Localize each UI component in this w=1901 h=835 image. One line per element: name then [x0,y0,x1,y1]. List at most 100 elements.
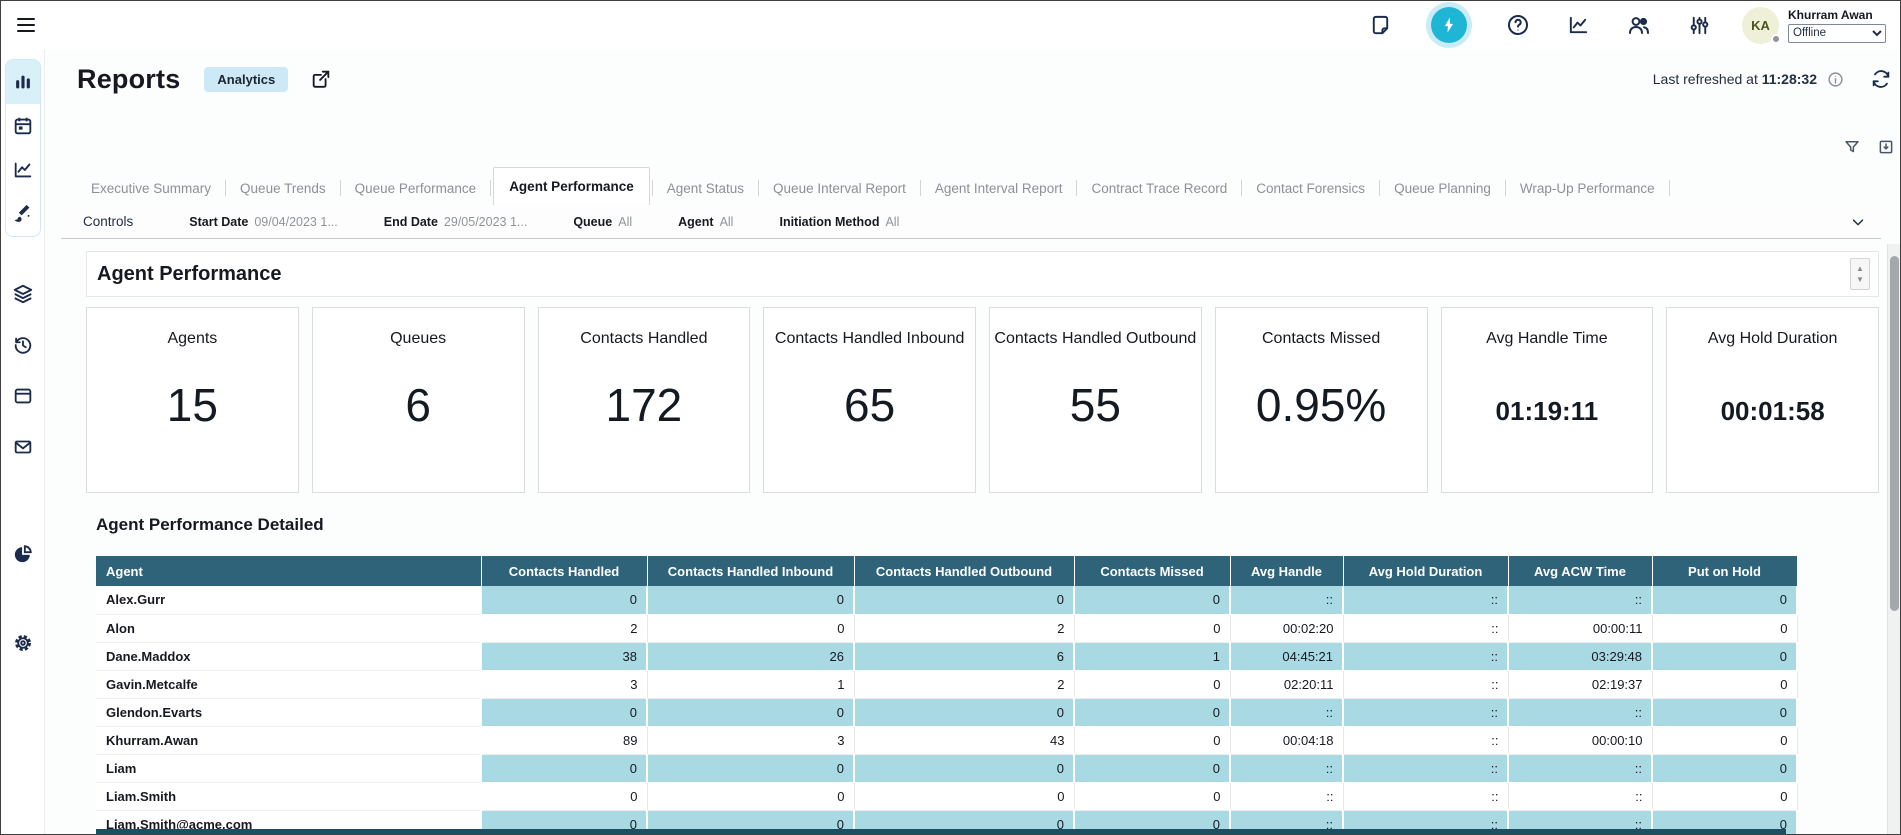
kpi-card-queues: Queues6 [312,307,525,493]
scroll-stepper[interactable]: ▲▼ [1850,258,1870,290]
preferences-icon[interactable] [1688,14,1711,37]
value-cell: 0 [481,782,647,810]
table-row-gavin-metcalfe[interactable]: Gavin.Metcalfe312002:20:11::02:19:370 [96,670,1797,698]
table-row-alex-gurr[interactable]: Alex.Gurr0000::::::0 [96,586,1797,614]
filter-icon[interactable] [1843,138,1861,156]
tab-queue-interval-report[interactable]: Queue Interval Report [761,174,918,205]
tab-queue-planning[interactable]: Queue Planning [1382,174,1503,205]
value-cell: 0 [647,754,854,782]
tab-agent-interval-report[interactable]: Agent Interval Report [923,174,1075,205]
value-cell: :: [1508,698,1652,726]
value-cell: 0 [1074,726,1230,754]
layers-icon[interactable] [12,283,34,305]
filter-end-date[interactable]: End Date29/05/2023 1... [384,215,528,229]
avatar[interactable]: KA [1742,7,1779,44]
user-block: KA Khurram Awan Offline [1742,7,1890,44]
table-row-liam[interactable]: Liam0000::::::0 [96,754,1797,782]
line-chart-icon[interactable] [6,148,40,192]
analytics-badge: Analytics [204,67,288,92]
tab-wrap-up-performance[interactable]: Wrap-Up Performance [1508,174,1667,205]
metrics-icon[interactable] [1567,14,1590,37]
filter-queue[interactable]: QueueAll [573,215,632,229]
refresh-icon[interactable] [1870,68,1892,90]
chevron-down-icon[interactable] [1849,213,1867,231]
value-cell: 0 [647,782,854,810]
calendar-icon[interactable] [6,104,40,148]
column-header-agent[interactable]: Agent [96,556,481,586]
filter-agent[interactable]: AgentAll [678,215,733,229]
column-header-avg-acw-time[interactable]: Avg ACW Time [1508,556,1652,586]
table-row-khurram-awan[interactable]: Khurram.Awan89343000:04:18::00:00:100 [96,726,1797,754]
value-cell: :: [1508,782,1652,810]
table-row-alon[interactable]: Alon202000:02:20::00:00:110 [96,614,1797,642]
tab-agent-status[interactable]: Agent Status [655,174,756,205]
pie-chart-icon[interactable] [12,543,34,565]
value-cell: 2 [854,614,1074,642]
value-cell: 0 [854,698,1074,726]
kpi-card-avg-handle-time: Avg Handle Time01:19:11 [1441,307,1654,493]
external-link-icon[interactable] [310,68,332,90]
kpi-card-agents: Agents15 [86,307,299,493]
vertical-scrollbar[interactable] [1887,244,1901,834]
scrollbar-thumb[interactable] [1890,256,1899,611]
tab-agent-performance[interactable]: Agent Performance [493,167,650,206]
brush-icon[interactable] [6,192,40,236]
agent-performance-table: AgentContacts HandledContacts Handled In… [96,556,1798,835]
column-header-contacts-handled-inbound[interactable]: Contacts Handled Inbound [647,556,854,586]
window-icon[interactable] [12,385,34,407]
kpi-value: 6 [405,378,431,432]
horizontal-scrollbar[interactable] [96,829,1786,834]
status-select[interactable]: Offline [1788,24,1886,43]
value-cell: 2 [854,670,1074,698]
tab-contact-forensics[interactable]: Contact Forensics [1244,174,1377,205]
main-content: Reports Analytics Last refreshed at 11:2… [45,49,1900,834]
value-cell: 0 [854,754,1074,782]
value-cell: :: [1230,754,1343,782]
value-cell: 02:20:11 [1230,670,1343,698]
value-cell: :: [1343,782,1508,810]
column-header-contacts-missed[interactable]: Contacts Missed [1074,556,1230,586]
table-row-liam-smith[interactable]: Liam.Smith0000::::::0 [96,782,1797,810]
column-header-put-on-hold[interactable]: Put on Hold [1652,556,1797,586]
help-icon[interactable] [1506,13,1530,37]
filter-initiation-method[interactable]: Initiation MethodAll [779,215,899,229]
value-cell: 38 [481,642,647,670]
insights-bolt-icon[interactable] [1431,7,1467,43]
sidebar-analytics-group [5,59,41,237]
tab-contract-trace-record[interactable]: Contract Trace Record [1079,174,1239,205]
tab-queue-performance[interactable]: Queue Performance [343,174,489,205]
bar-chart-icon[interactable] [6,60,40,104]
kpi-cards: Agents15Queues6Contacts Handled172Contac… [86,307,1879,493]
page-title: Reports [77,64,180,95]
column-header-avg-handle[interactable]: Avg Handle [1230,556,1343,586]
gear-icon[interactable] [12,632,34,654]
note-icon[interactable] [1369,14,1392,37]
column-header-contacts-handled[interactable]: Contacts Handled [481,556,647,586]
menu-icon[interactable] [14,13,38,37]
table-row-glendon-evarts[interactable]: Glendon.Evarts0000::::::0 [96,698,1797,726]
info-icon[interactable] [1827,71,1844,88]
column-header-avg-hold-duration[interactable]: Avg Hold Duration [1343,556,1508,586]
kpi-card-contacts-missed: Contacts Missed0.95% [1215,307,1428,493]
history-icon[interactable] [12,334,34,356]
tab-executive-summary[interactable]: Executive Summary [79,174,223,205]
users-icon[interactable] [1627,13,1651,37]
value-cell: 02:19:37 [1508,670,1652,698]
tab-divider [490,180,491,196]
tab-queue-trends[interactable]: Queue Trends [228,174,338,205]
value-cell: 00:00:11 [1508,614,1652,642]
value-cell: 0 [1074,614,1230,642]
value-cell: 1 [647,670,854,698]
mail-icon[interactable] [12,436,34,458]
kpi-value: 01:19:11 [1496,396,1599,427]
column-header-contacts-handled-outbound[interactable]: Contacts Handled Outbound [854,556,1074,586]
value-cell: 0 [1074,698,1230,726]
filter-start-date[interactable]: Start Date09/04/2023 1... [189,215,337,229]
value-cell: 26 [647,642,854,670]
tab-divider [1379,180,1380,196]
table-row-dane-maddox[interactable]: Dane.Maddox38266104:45:21::03:29:480 [96,642,1797,670]
kpi-label: Agents [167,330,217,348]
tab-divider [652,180,653,196]
download-icon[interactable] [1877,138,1895,156]
value-cell: 3 [647,726,854,754]
